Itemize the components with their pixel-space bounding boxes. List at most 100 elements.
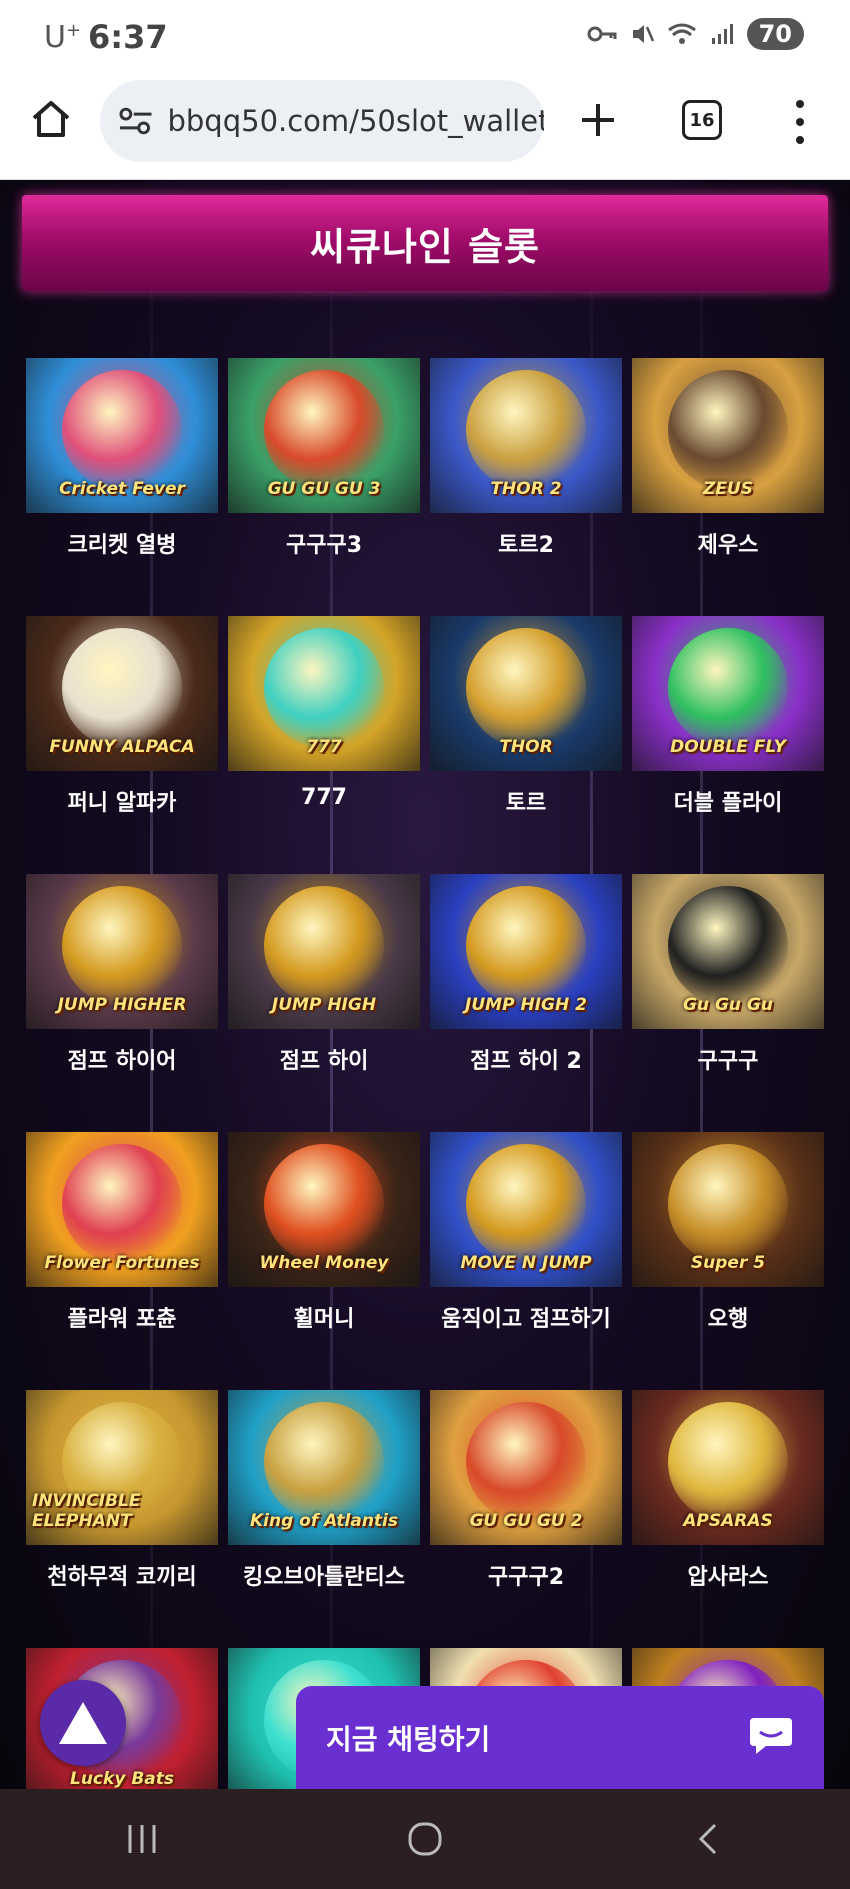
chat-now-button[interactable]: 지금 채팅하기 (296, 1686, 824, 1790)
game-card[interactable]: Super 5 오행 (632, 1132, 824, 1390)
plus-icon (582, 104, 614, 136)
game-thumbnail[interactable]: THOR (430, 616, 622, 771)
game-title[interactable]: 천하무적 코끼리 (26, 1559, 218, 1591)
game-grid: Cricket Fever 크리켓 열병 GU GU GU 3 구구구3 THOR 2 토… (26, 358, 826, 1789)
game-title[interactable]: 점프 하이 2 (430, 1043, 622, 1075)
game-art (668, 1402, 788, 1522)
game-title[interactable]: 플라워 포츈 (26, 1301, 218, 1333)
game-logo: MOVE N JUMP (460, 1253, 592, 1273)
game-title[interactable]: 퍼니 알파카 (26, 785, 218, 817)
game-thumbnail[interactable]: APSARAS (632, 1390, 824, 1545)
url-text[interactable]: bbqq50.com/50slot_wallet (167, 104, 544, 138)
game-thumbnail[interactable]: Wheel Money (228, 1132, 420, 1287)
game-logo: Cricket Fever (59, 479, 185, 499)
section-title: 씨큐나인 슬롯 (310, 224, 540, 269)
game-title[interactable]: 크리켓 열병 (26, 527, 218, 559)
page-content: 씨큐나인 슬롯 Cricket Fever 크리켓 열병 GU GU GU 3 구구구… (0, 181, 850, 1789)
game-card[interactable]: King of Atlantis 킹오브아틀란티스 (228, 1390, 420, 1648)
game-art (62, 886, 182, 1006)
game-title[interactable]: 점프 하이 (228, 1043, 420, 1075)
game-card[interactable]: GU GU GU 3 구구구3 (228, 358, 420, 616)
game-thumbnail[interactable]: THOR 2 (430, 358, 622, 513)
game-logo: INVINCIBLE ELEPHANT (32, 1491, 141, 1531)
game-title[interactable]: 오행 (632, 1301, 824, 1333)
game-card[interactable]: MOVE N JUMP 움직이고 점프하기 (430, 1132, 622, 1390)
mute-icon (627, 19, 657, 49)
game-card[interactable]: GU GU GU 2 구구구2 (430, 1390, 622, 1648)
game-title[interactable]: 토르 (430, 785, 622, 817)
new-tab-button[interactable] (576, 98, 620, 142)
game-title[interactable]: 제우스 (632, 527, 824, 559)
recent-apps-button[interactable] (112, 1809, 172, 1869)
site-settings-icon[interactable] (118, 106, 153, 136)
back-button[interactable] (678, 1809, 738, 1869)
game-title[interactable]: 구구구3 (228, 527, 420, 559)
game-title[interactable]: 휠머니 (228, 1301, 420, 1333)
game-thumbnail[interactable]: INVINCIBLE ELEPHANT (26, 1390, 218, 1545)
game-title[interactable]: 압사라스 (632, 1559, 824, 1591)
game-thumbnail[interactable]: Gu Gu Gu (632, 874, 824, 1029)
game-logo: King of Atlantis (249, 1511, 398, 1531)
home-nav-button[interactable] (395, 1809, 455, 1869)
game-card[interactable]: Flower Fortunes 플라워 포츈 (26, 1132, 218, 1390)
game-thumbnail[interactable]: JUMP HIGHER (26, 874, 218, 1029)
game-thumbnail[interactable]: Cricket Fever (26, 358, 218, 513)
game-art (668, 1144, 788, 1264)
game-thumbnail[interactable]: GU GU GU 3 (228, 358, 420, 513)
game-card[interactable]: Gu Gu Gu 구구구 (632, 874, 824, 1132)
game-thumbnail[interactable]: Flower Fortunes (26, 1132, 218, 1287)
game-art (668, 370, 788, 490)
game-title[interactable]: 더블 플라이 (632, 785, 824, 817)
signal-icon (707, 19, 737, 49)
game-card[interactable]: APSARAS 압사라스 (632, 1390, 824, 1648)
game-card[interactable]: FUNNY ALPACA 퍼니 알파카 (26, 616, 218, 874)
game-art (264, 628, 384, 748)
game-logo (722, 1787, 734, 1789)
game-card[interactable]: INVINCIBLE ELEPHANT 천하무적 코끼리 (26, 1390, 218, 1648)
game-card[interactable]: Wheel Money 휠머니 (228, 1132, 420, 1390)
game-card[interactable]: Cricket Fever 크리켓 열병 (26, 358, 218, 616)
game-card[interactable]: 777 777 (228, 616, 420, 874)
home-button[interactable] (28, 96, 74, 142)
game-title[interactable]: 777 (228, 785, 420, 810)
game-title[interactable]: 킹오브아틀란티스 (228, 1559, 420, 1591)
game-logo: THOR 2 (490, 479, 562, 499)
game-thumbnail[interactable]: King of Atlantis (228, 1390, 420, 1545)
game-art (264, 1144, 384, 1264)
game-title[interactable]: 점프 하이어 (26, 1043, 218, 1075)
game-thumbnail[interactable]: DOUBLE FLY (632, 616, 824, 771)
browser-toolbar: bbqq50.com/50slot_wallet 16 (0, 76, 850, 180)
game-logo: Super 5 (690, 1253, 766, 1273)
tab-switcher-button[interactable]: 16 (682, 100, 722, 140)
game-title[interactable]: 토르2 (430, 527, 622, 559)
back-chevron-icon (699, 1823, 717, 1855)
game-title[interactable]: 구구구 (632, 1043, 824, 1075)
game-card[interactable]: THOR 2 토르2 (430, 358, 622, 616)
game-art (264, 1402, 384, 1522)
game-thumbnail[interactable]: Super 5 (632, 1132, 824, 1287)
game-card[interactable]: JUMP HIGHER 점프 하이어 (26, 874, 218, 1132)
scroll-top-button[interactable] (40, 1680, 126, 1766)
game-card[interactable]: DOUBLE FLY 더블 플라이 (632, 616, 824, 874)
game-title[interactable]: 구구구2 (430, 1559, 622, 1591)
game-art (264, 886, 384, 1006)
game-thumbnail[interactable]: FUNNY ALPACA (26, 616, 218, 771)
address-bar[interactable]: bbqq50.com/50slot_wallet (100, 80, 544, 162)
game-logo: ZEUS (703, 479, 753, 499)
game-card[interactable]: JUMP HIGH 점프 하이 (228, 874, 420, 1132)
game-logo: THOR (499, 737, 553, 757)
game-thumbnail[interactable]: GU GU GU 2 (430, 1390, 622, 1545)
chat-label: 지금 채팅하기 (326, 1723, 491, 1756)
game-thumbnail[interactable]: JUMP HIGH 2 (430, 874, 622, 1029)
game-card[interactable]: ZEUS 제우스 (632, 358, 824, 616)
game-card[interactable]: JUMP HIGH 2 점프 하이 2 (430, 874, 622, 1132)
carrier-label: U+ (44, 20, 82, 55)
game-thumbnail[interactable]: 777 (228, 616, 420, 771)
game-thumbnail[interactable]: ZEUS (632, 358, 824, 513)
game-thumbnail[interactable]: MOVE N JUMP (430, 1132, 622, 1287)
game-card[interactable]: THOR 토르 (430, 616, 622, 874)
more-menu-button[interactable] (790, 100, 810, 144)
home-circle-icon (408, 1822, 442, 1856)
game-thumbnail[interactable]: JUMP HIGH (228, 874, 420, 1029)
game-title[interactable]: 움직이고 점프하기 (430, 1301, 622, 1333)
